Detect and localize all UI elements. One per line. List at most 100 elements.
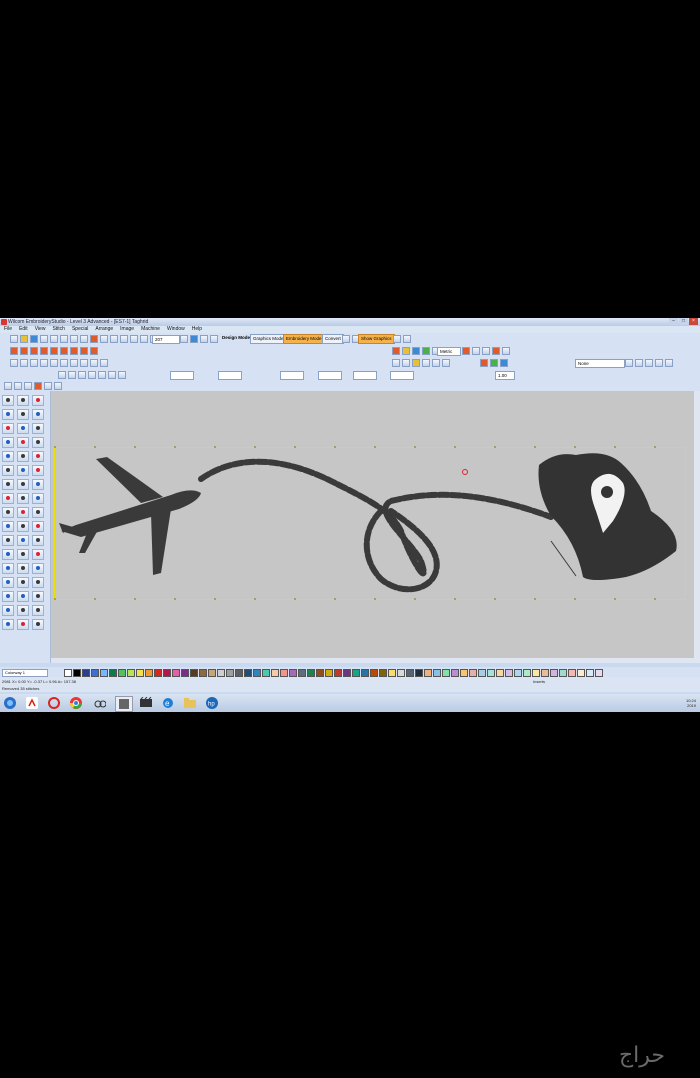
new-file-icon[interactable] bbox=[10, 335, 18, 343]
team-names-icon[interactable] bbox=[100, 359, 108, 367]
select-arrow-icon[interactable] bbox=[4, 382, 12, 390]
menu-window[interactable]: Window bbox=[167, 326, 185, 333]
join-icon[interactable] bbox=[88, 371, 96, 379]
graphics-mode-tab[interactable]: Graphics Mode bbox=[250, 334, 287, 344]
align-icon[interactable] bbox=[40, 359, 48, 367]
colorway-select[interactable]: Colorway 1 bbox=[2, 669, 48, 677]
convert-button[interactable]: Convert bbox=[322, 334, 344, 344]
color-swatch[interactable] bbox=[586, 669, 594, 677]
color-swatch[interactable] bbox=[334, 669, 342, 677]
tool-44-icon[interactable] bbox=[17, 591, 29, 602]
branching-icon[interactable] bbox=[17, 507, 29, 518]
stitch-icon[interactable] bbox=[10, 347, 18, 355]
lock-icon[interactable] bbox=[392, 347, 400, 355]
color-swatch[interactable] bbox=[568, 669, 576, 677]
hp-icon[interactable]: hp bbox=[204, 696, 220, 710]
sort-tool-icon[interactable] bbox=[32, 535, 44, 546]
fill-icon[interactable] bbox=[30, 347, 38, 355]
polygon-select-icon[interactable] bbox=[14, 382, 22, 390]
stemstitch-icon[interactable] bbox=[80, 347, 88, 355]
auto-start-icon[interactable] bbox=[2, 507, 14, 518]
horizontal-scrollbar[interactable] bbox=[51, 658, 694, 663]
tool-50-icon[interactable] bbox=[17, 619, 29, 630]
color-swatch[interactable] bbox=[298, 669, 306, 677]
trim-tool-icon[interactable] bbox=[17, 493, 29, 504]
satin-icon[interactable] bbox=[20, 347, 28, 355]
sequence-icon[interactable] bbox=[402, 347, 410, 355]
color-swatch[interactable] bbox=[82, 669, 90, 677]
slant-field[interactable] bbox=[353, 371, 377, 380]
color-swatch[interactable] bbox=[145, 669, 153, 677]
effect-option-2-icon[interactable] bbox=[635, 359, 643, 367]
ie-icon[interactable]: e bbox=[160, 696, 176, 710]
angle-field[interactable] bbox=[318, 371, 342, 380]
border-tool-icon[interactable] bbox=[32, 479, 44, 490]
close-button[interactable]: × bbox=[689, 318, 698, 325]
color-swatch[interactable] bbox=[64, 669, 72, 677]
satin-tool-icon[interactable] bbox=[2, 409, 14, 420]
people-icon[interactable] bbox=[98, 371, 106, 379]
paste-icon[interactable] bbox=[80, 335, 88, 343]
blue-dot-icon[interactable] bbox=[500, 359, 508, 367]
backstitch-icon[interactable] bbox=[70, 347, 78, 355]
stitch-length-icon[interactable] bbox=[442, 359, 450, 367]
run-icon[interactable] bbox=[40, 347, 48, 355]
color-swatch[interactable] bbox=[163, 669, 171, 677]
zoom-in-icon[interactable] bbox=[120, 335, 128, 343]
mirror-icon[interactable] bbox=[30, 359, 38, 367]
color-swatch[interactable] bbox=[253, 669, 261, 677]
send-back-icon[interactable] bbox=[70, 359, 78, 367]
tool-46-icon[interactable] bbox=[2, 605, 14, 616]
turning-fill-icon[interactable] bbox=[17, 423, 29, 434]
remove-overlaps-icon[interactable] bbox=[32, 507, 44, 518]
effect-option-1-icon[interactable] bbox=[625, 359, 633, 367]
color-swatch[interactable] bbox=[244, 669, 252, 677]
opera-icon[interactable] bbox=[46, 696, 62, 710]
menu-edit[interactable]: Edit bbox=[19, 326, 28, 333]
column-tool-icon[interactable] bbox=[17, 409, 29, 420]
start-button[interactable] bbox=[2, 696, 18, 710]
outline-tool-icon[interactable] bbox=[32, 437, 44, 448]
maximize-button[interactable]: □ bbox=[679, 318, 688, 325]
color-swatch[interactable] bbox=[127, 669, 135, 677]
tool-48-icon[interactable] bbox=[32, 605, 44, 616]
delete-icon[interactable] bbox=[90, 335, 98, 343]
color-swatch[interactable] bbox=[217, 669, 225, 677]
hoop-icon[interactable] bbox=[190, 335, 198, 343]
print-preview-icon[interactable] bbox=[50, 335, 58, 343]
color-swatch[interactable] bbox=[397, 669, 405, 677]
menu-machine[interactable]: Machine bbox=[141, 326, 160, 333]
bring-forward-icon[interactable] bbox=[60, 359, 68, 367]
chenille-tool-icon[interactable] bbox=[17, 465, 29, 476]
group-icon[interactable] bbox=[412, 347, 420, 355]
arrow-tool-icon[interactable] bbox=[2, 395, 14, 406]
underlay-icon[interactable] bbox=[402, 359, 410, 367]
tool-51-icon[interactable] bbox=[32, 619, 44, 630]
color-swatch[interactable] bbox=[433, 669, 441, 677]
ruler-icon[interactable] bbox=[210, 335, 218, 343]
color-swatch[interactable] bbox=[541, 669, 549, 677]
zoom-box-icon[interactable] bbox=[140, 335, 148, 343]
zoom-out-icon[interactable] bbox=[130, 335, 138, 343]
distribute-icon[interactable] bbox=[50, 359, 58, 367]
color-swatch[interactable] bbox=[181, 669, 189, 677]
red-dot-icon[interactable] bbox=[480, 359, 488, 367]
split-icon[interactable] bbox=[78, 371, 86, 379]
units-select[interactable]: Metric bbox=[437, 347, 461, 356]
stitch-angle-icon[interactable] bbox=[422, 359, 430, 367]
minimize-button[interactable]: – bbox=[669, 318, 678, 325]
display-outlines-icon[interactable] bbox=[482, 347, 490, 355]
show-artwork-icon[interactable] bbox=[403, 335, 411, 343]
color-swatch[interactable] bbox=[406, 669, 414, 677]
redraw-tool-icon[interactable] bbox=[32, 549, 44, 560]
sequin-tool-icon[interactable] bbox=[32, 451, 44, 462]
color-swatch[interactable] bbox=[307, 669, 315, 677]
motif-fill-icon[interactable] bbox=[32, 423, 44, 434]
bead-tool-icon[interactable] bbox=[2, 465, 14, 476]
save-icon[interactable] bbox=[30, 335, 38, 343]
active-window-icon[interactable] bbox=[115, 696, 133, 712]
effect-option-3-icon[interactable] bbox=[645, 359, 653, 367]
color-swatch[interactable] bbox=[190, 669, 198, 677]
undo-icon[interactable] bbox=[100, 335, 108, 343]
color-swatch[interactable] bbox=[289, 669, 297, 677]
